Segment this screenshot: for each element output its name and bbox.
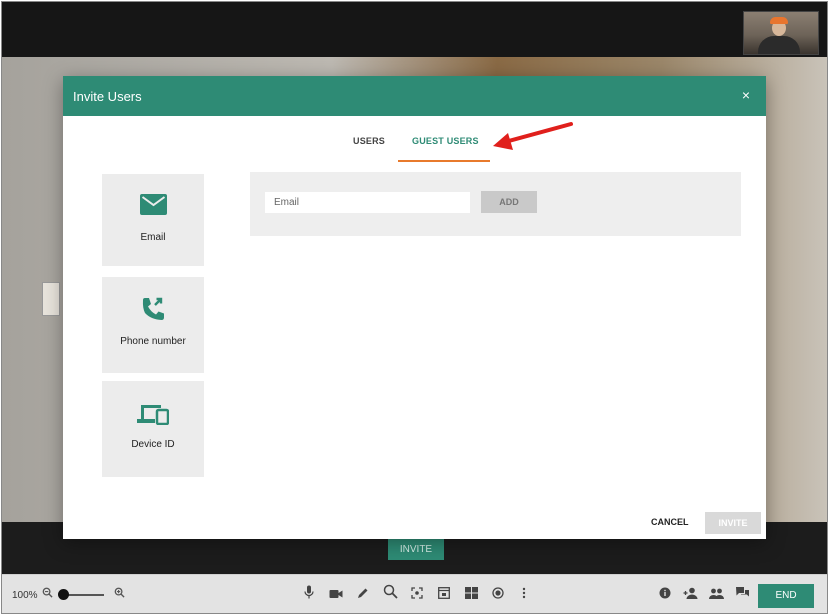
chat-icon[interactable] — [731, 583, 753, 607]
grid-layout-icon[interactable] — [460, 583, 482, 607]
invite-button[interactable]: INVITE — [705, 512, 761, 534]
microphone-icon[interactable] — [298, 583, 320, 607]
pen-icon[interactable] — [352, 583, 374, 607]
zoom-in-icon[interactable] — [114, 586, 125, 601]
more-icon[interactable] — [513, 583, 535, 607]
person-body — [758, 36, 800, 54]
guest-invite-panel: ADD — [250, 172, 741, 236]
record-icon[interactable] — [487, 583, 509, 607]
invite-by-device-option[interactable]: Device ID — [102, 381, 204, 477]
person-cap — [770, 17, 788, 24]
phone-option-label: Phone number — [120, 336, 186, 347]
invite-by-email-option[interactable]: Email — [102, 174, 204, 266]
email-icon — [102, 194, 204, 215]
call-toolbar: 100% END — [2, 574, 827, 613]
participants-icon[interactable] — [705, 583, 727, 607]
annotation-arrow — [493, 122, 573, 150]
picture-in-picture-icon[interactable] — [433, 583, 455, 607]
active-tab-indicator — [398, 160, 490, 162]
device-option-label: Device ID — [131, 439, 175, 450]
dialog-header: Invite Users × — [63, 76, 766, 116]
zoom-out-icon[interactable] — [42, 586, 53, 601]
top-bar — [2, 2, 827, 57]
devices-icon — [102, 403, 204, 425]
background-invite-button[interactable]: INVITE — [388, 539, 444, 560]
video-camera-icon[interactable] — [325, 583, 347, 607]
cancel-button[interactable]: CANCEL — [651, 517, 689, 527]
invite-by-phone-option[interactable]: Phone number — [102, 277, 204, 373]
tab-users[interactable]: USERS — [353, 136, 385, 146]
invite-users-dialog: Invite Users × USERS GUEST USERS Email P… — [63, 76, 766, 539]
email-option-label: Email — [140, 232, 166, 243]
zoom-slider-handle[interactable] — [58, 589, 69, 600]
phone-forward-icon — [102, 297, 204, 321]
wall-outlet — [42, 282, 60, 316]
close-icon[interactable]: × — [738, 87, 754, 103]
zoom-level: 100% — [12, 590, 38, 601]
info-icon[interactable] — [654, 583, 676, 607]
dialog-title: Invite Users — [73, 89, 142, 104]
self-view-thumbnail[interactable] — [743, 11, 819, 55]
magnify-icon[interactable] — [379, 583, 401, 607]
end-call-button[interactable]: END — [758, 584, 814, 608]
screenshot-icon[interactable] — [406, 583, 428, 607]
add-button[interactable]: ADD — [481, 191, 537, 213]
email-input[interactable] — [265, 192, 470, 213]
tab-guest-users[interactable]: GUEST USERS — [412, 136, 479, 146]
add-person-icon[interactable] — [679, 583, 701, 607]
